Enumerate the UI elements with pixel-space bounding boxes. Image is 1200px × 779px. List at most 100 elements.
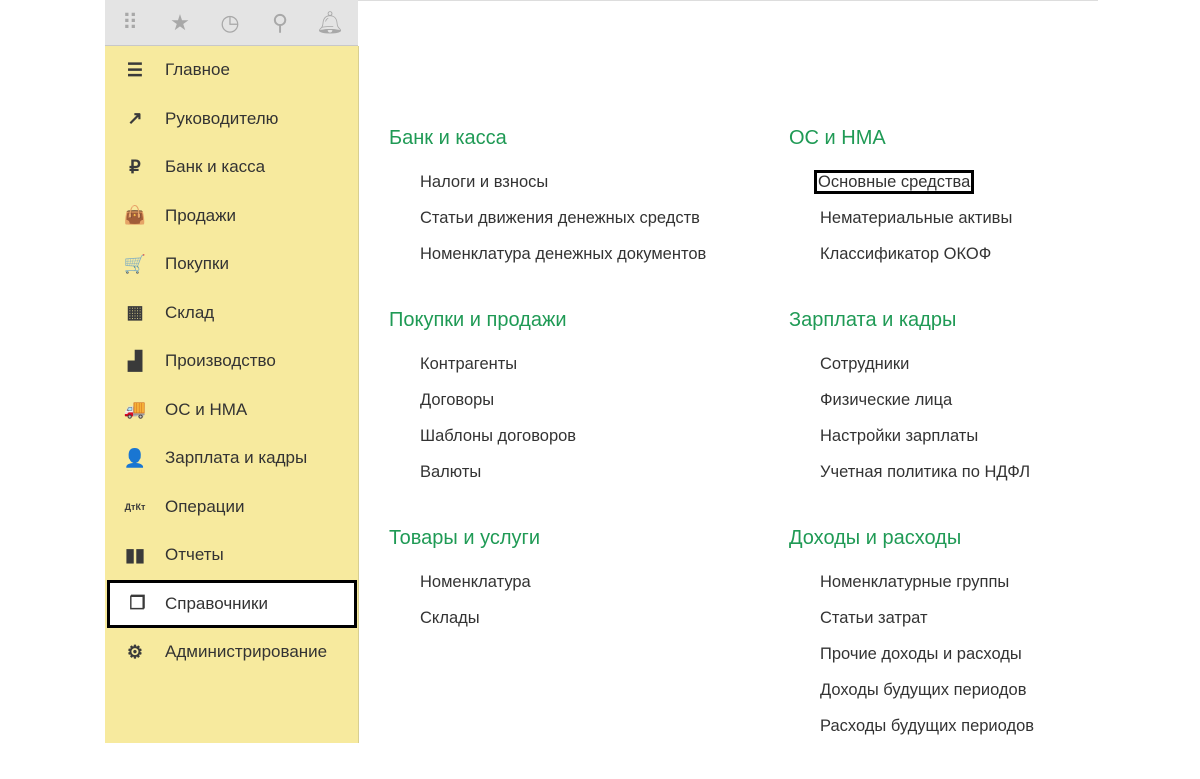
nav-link-label: Статьи затрат (820, 609, 928, 627)
nav-link-label: Склады (420, 609, 480, 627)
sidebar-item-label: Руководителю (165, 108, 279, 128)
nav-link[interactable]: Номенклатура денежных документов (389, 236, 708, 272)
nav-link[interactable]: Статьи движения денежных средств (389, 200, 708, 236)
sidebar-item-label: Банк и касса (165, 157, 266, 177)
sidebar-item-label: Зарплата и кадры (165, 448, 308, 468)
menu-icon: ☰ (126, 59, 144, 80)
search-icon[interactable]: ⚲ (255, 10, 305, 36)
sidebar-item-label: Отчеты (165, 545, 224, 565)
section: Товары и услуги Номенклатура Склады (389, 525, 708, 636)
sidebar-item-label: Производство (165, 351, 276, 371)
sidebar-item[interactable]: ▟ Производство (105, 337, 358, 386)
nav-link[interactable]: Контрагенты (389, 346, 708, 382)
nav-link[interactable]: Склады (389, 600, 708, 636)
nav-link-label: Настройки зарплаты (820, 427, 979, 445)
nav-link[interactable]: Учетная политика по НДФЛ (789, 454, 1036, 490)
column-right: ОС и НМА Основные средства Нематериальные … (789, 125, 1036, 779)
sidebar-item[interactable]: ₽ Банк и касса (105, 143, 358, 192)
column-left: Банк и касса Налоги и взносы Статьи движен… (389, 125, 708, 671)
nav-link-label: Учетная политика по НДФЛ (820, 463, 1031, 481)
truck-icon: 🚚 (123, 399, 147, 420)
nav-link-label: Нематериальные активы (820, 209, 1013, 227)
nav-link[interactable]: Расходы будущих периодов (789, 708, 1036, 744)
cart-icon: 🛒 (123, 253, 147, 274)
bar-chart-icon: ▮▮ (125, 544, 145, 565)
sidebar-item[interactable]: ↗ Руководителю (105, 95, 358, 144)
divider (358, 0, 1098, 1)
section-title: Доходы и расходы (789, 527, 962, 549)
nav-link[interactable]: Налоги и взносы (389, 164, 708, 200)
nav-link-label: Валюты (420, 463, 482, 481)
section-title: ОС и НМА (789, 127, 886, 149)
sidebar-item[interactable]: ▮▮ Отчеты (105, 531, 358, 580)
sidebar-item[interactable]: ☰ Главное (105, 46, 358, 95)
sidebar-item[interactable]: ДтКт Операции (105, 483, 358, 532)
nav-link-label: Доходы будущих периодов (820, 681, 1027, 699)
section: ОС и НМА Основные средства Нематериальные … (789, 125, 1036, 272)
nav-link-label: Физические лица (820, 391, 953, 409)
sidebar-item[interactable]: 👤 Зарплата и кадры (105, 434, 358, 483)
section-title: Покупки и продажи (389, 309, 567, 331)
nav-link[interactable]: Настройки зарплаты (789, 418, 1036, 454)
nav-link[interactable]: Физические лица (789, 382, 1036, 418)
sidebar-item-label: Главное (165, 60, 230, 80)
nav-link[interactable]: Валюты (389, 454, 708, 490)
bag-icon: 👜 (123, 205, 147, 226)
nav-link[interactable]: Договоры (389, 382, 708, 418)
nav-link[interactable]: Прочие доходы и расходы (789, 636, 1036, 672)
sidebar-item[interactable]: 🚚 ОС и НМА (105, 386, 358, 435)
sidebar-item-label: Покупки (165, 254, 229, 274)
section: Покупки и продажи Контрагенты Договоры Шабл… (389, 307, 708, 490)
nav-link-label: Классификатор ОКОФ (820, 245, 992, 263)
nav-link-label: Статьи движения денежных средств (420, 209, 700, 227)
section-title: Товары и услуги (389, 527, 540, 549)
nav-link-label: Номенклатура денежных документов (420, 245, 707, 263)
nav-link[interactable]: Сотрудники (789, 346, 1036, 382)
person-icon: 👤 (123, 447, 147, 468)
gear-icon: ⚙ (126, 641, 144, 662)
nav-link[interactable]: Классификатор ОКОФ (789, 236, 1036, 272)
nav-link[interactable]: Статьи затрат (789, 600, 1036, 636)
sidebar-item-label: Продажи (165, 205, 236, 225)
history-icon[interactable]: ◷ (205, 10, 255, 36)
section-title: Банк и касса (389, 127, 507, 149)
apps-grid-icon[interactable]: ⠿ (105, 10, 155, 36)
nav-link-label: Номенклатура (420, 573, 531, 591)
trend-icon: ↗ (127, 108, 143, 129)
ruble-icon: ₽ (129, 156, 141, 177)
dt-kt-icon: ДтКт (124, 501, 146, 512)
sidebar: ☰ Главное ↗ Руководителю ₽ Банк и касса 👜 Прода… (105, 46, 359, 743)
section-title: Зарплата и кадры (789, 309, 957, 331)
nav-link-label: Основные средства (814, 170, 975, 194)
nav-link-label: Шаблоны договоров (420, 427, 577, 445)
nav-link-label: Прочие доходы и расходы (820, 645, 1022, 663)
star-icon[interactable]: ★ (155, 10, 205, 36)
bell-icon[interactable]: 🔔︎ (305, 10, 355, 36)
section: Зарплата и кадры Сотрудники Физические лиц… (789, 307, 1036, 490)
sidebar-item[interactable]: 🛒 Покупки (105, 240, 358, 289)
section: Банк и касса Налоги и взносы Статьи движен… (389, 125, 708, 272)
nav-link[interactable]: Шаблоны договоров (389, 418, 708, 454)
sidebar-item[interactable]: ▦ Склад (105, 289, 358, 338)
factory-icon: ▟ (128, 350, 142, 371)
nav-link-label: Расходы будущих периодов (820, 717, 1035, 735)
nav-link-label: Договоры (420, 391, 495, 409)
sidebar-item[interactable]: ⚙ Администрирование (105, 628, 358, 677)
books-icon: ❐ (129, 593, 146, 614)
sidebar-item-label: Администрирование (165, 642, 328, 662)
warehouse-icon: ▦ (126, 302, 144, 323)
nav-link-label: Сотрудники (820, 355, 910, 373)
nav-link[interactable]: Номенклатурные группы (789, 564, 1036, 600)
nav-link[interactable]: Номенклатура (389, 564, 708, 600)
sidebar-item[interactable]: ❐ Справочники (107, 579, 357, 628)
sidebar-item-label: Склад (165, 302, 215, 322)
nav-link-label: Номенклатурные группы (820, 573, 1010, 591)
nav-link[interactable]: Нематериальные активы (789, 200, 1036, 236)
sidebar-item[interactable]: 👜 Продажи (105, 192, 358, 241)
sidebar-item-label: ОС и НМА (165, 399, 248, 419)
nav-link[interactable]: Доходы будущих периодов (789, 672, 1036, 708)
section: Доходы и расходы Номенклатурные группы Ста… (789, 525, 1036, 744)
toolbar: ⠿ ★ ◷ ⚲ 🔔︎ (105, 0, 358, 46)
nav-link[interactable]: Основные средства (789, 164, 1036, 200)
sidebar-item-label: Операции (165, 496, 245, 516)
